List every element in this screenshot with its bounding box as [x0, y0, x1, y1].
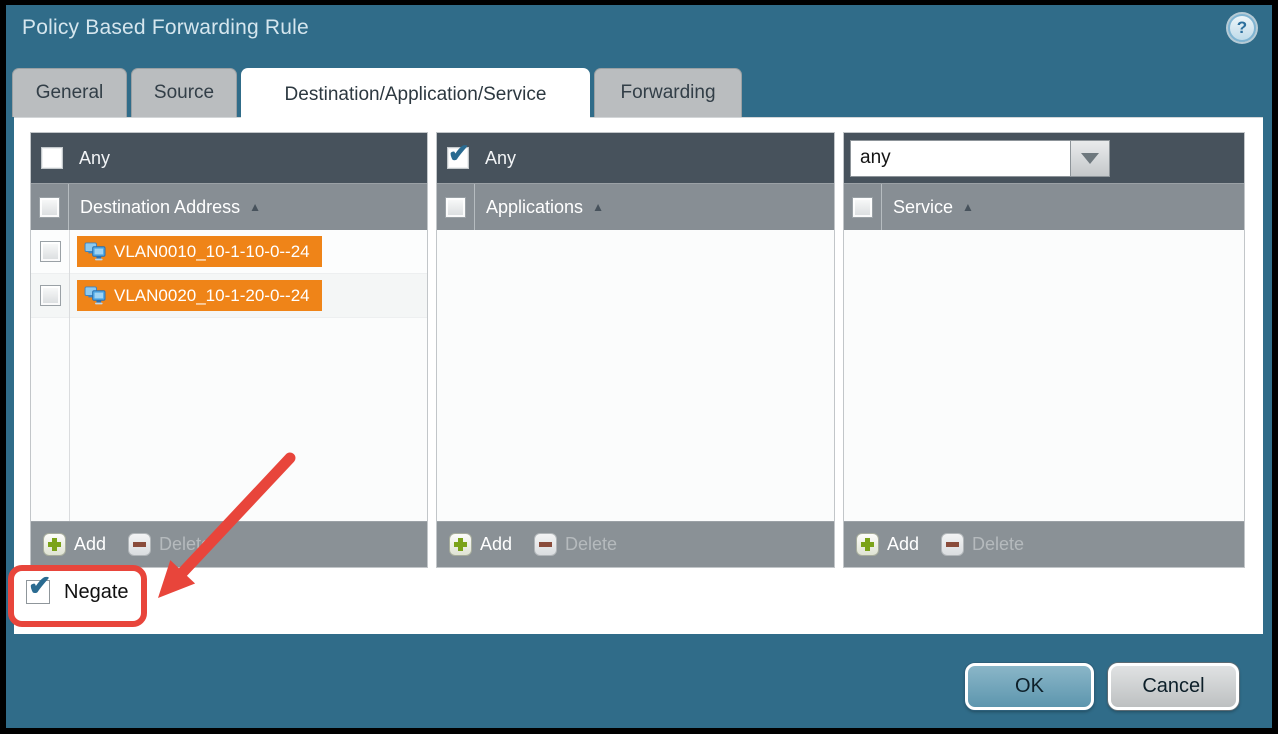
column-title[interactable]: Applications	[475, 197, 583, 218]
destination-list: VLAN0010_10-1-10-0--24 VLAN00	[31, 230, 427, 521]
service-toolbar: Add Delete	[844, 521, 1244, 567]
checkmark-icon: ✔	[448, 140, 470, 166]
minus-icon	[941, 533, 964, 556]
destination-column-header: Destination Address ▲	[31, 183, 427, 230]
plus-icon	[856, 533, 879, 556]
select-all-cell	[437, 184, 475, 230]
delete-button[interactable]: Delete	[941, 533, 1024, 556]
help-icon[interactable]: ?	[1228, 14, 1256, 42]
tab-general[interactable]: General	[12, 68, 127, 117]
negate-checkbox[interactable]: ✔	[26, 580, 50, 604]
service-select-all-checkbox[interactable]	[852, 197, 873, 218]
tab-label: Forwarding	[620, 82, 715, 104]
row-checkbox-cell	[31, 230, 69, 273]
minus-icon	[128, 533, 151, 556]
add-button[interactable]: Add	[43, 533, 106, 556]
add-label: Add	[887, 534, 919, 555]
network-address-icon	[84, 242, 107, 261]
address-object-label: VLAN0010_10-1-10-0--24	[114, 242, 310, 262]
table-row[interactable]: VLAN0010_10-1-10-0--24	[31, 230, 427, 274]
destination-toolbar: Add Delete	[31, 521, 427, 567]
select-all-cell	[31, 184, 69, 230]
tab-label: General	[36, 82, 104, 104]
add-button[interactable]: Add	[449, 533, 512, 556]
applications-select-all-checkbox[interactable]	[445, 197, 466, 218]
sort-ascending-icon[interactable]: ▲	[249, 200, 261, 214]
select-all-cell	[844, 184, 882, 230]
delete-label: Delete	[159, 534, 211, 555]
destination-any-checkbox[interactable]: ✔	[41, 147, 63, 169]
service-list	[844, 230, 1244, 521]
column-title[interactable]: Destination Address	[69, 197, 240, 218]
service-panel: any Service ▲ Add Delete	[843, 132, 1245, 568]
delete-button[interactable]: Delete	[534, 533, 617, 556]
tab-content-panel: ✔ Any Destination Address ▲	[14, 117, 1263, 634]
help-glyph: ?	[1237, 18, 1247, 38]
add-label: Add	[74, 534, 106, 555]
screenshot-root: { "window": { "title": "Policy Based For…	[0, 0, 1278, 734]
table-row[interactable]: VLAN0020_10-1-20-0--24	[31, 274, 427, 318]
tab-forwarding[interactable]: Forwarding	[594, 68, 742, 117]
delete-button[interactable]: Delete	[128, 533, 211, 556]
checkmark-icon: ✔	[28, 572, 51, 600]
negate-control: ✔ Negate	[26, 580, 129, 604]
add-label: Add	[480, 534, 512, 555]
column-title[interactable]: Service	[882, 197, 953, 218]
negate-label: Negate	[64, 581, 129, 604]
any-label: Any	[485, 148, 516, 169]
service-column-header: Service ▲	[844, 183, 1244, 230]
tab-label: Source	[154, 82, 214, 104]
any-label: Any	[79, 148, 110, 169]
destination-select-all-checkbox[interactable]	[39, 197, 60, 218]
network-address-icon	[84, 286, 107, 305]
chevron-down-icon	[1081, 153, 1099, 164]
service-dropdown[interactable]: any	[850, 140, 1110, 177]
applications-list	[437, 230, 834, 521]
sort-ascending-icon[interactable]: ▲	[592, 200, 604, 214]
add-button[interactable]: Add	[856, 533, 919, 556]
applications-column-header: Applications ▲	[437, 183, 834, 230]
address-object-chip[interactable]: VLAN0020_10-1-20-0--24	[77, 280, 322, 311]
row-checkbox[interactable]	[40, 285, 61, 306]
tab-label: Destination/Application/Service	[285, 84, 547, 106]
delete-label: Delete	[565, 534, 617, 555]
row-checkbox[interactable]	[40, 241, 61, 262]
applications-toolbar: Add Delete	[437, 521, 834, 567]
sort-ascending-icon[interactable]: ▲	[962, 200, 974, 214]
cancel-label: Cancel	[1142, 675, 1204, 698]
tab-source[interactable]: Source	[131, 68, 237, 117]
service-dropdown-value[interactable]: any	[850, 140, 1071, 177]
destination-any-header: ✔ Any	[31, 133, 427, 183]
destination-address-panel: ✔ Any Destination Address ▲	[30, 132, 428, 568]
applications-panel: ✔ Any Applications ▲ Add Delete	[436, 132, 835, 568]
address-object-chip[interactable]: VLAN0010_10-1-10-0--24	[77, 236, 322, 267]
dropdown-button[interactable]	[1071, 140, 1110, 177]
delete-label: Delete	[972, 534, 1024, 555]
plus-icon	[43, 533, 66, 556]
ok-label: OK	[1015, 675, 1044, 698]
applications-any-header: ✔ Any	[437, 133, 834, 183]
minus-icon	[534, 533, 557, 556]
cancel-button[interactable]: Cancel	[1108, 663, 1239, 710]
column-divider	[69, 230, 70, 521]
row-checkbox-cell	[31, 274, 69, 317]
address-object-label: VLAN0020_10-1-20-0--24	[114, 286, 310, 306]
applications-any-checkbox[interactable]: ✔	[447, 147, 469, 169]
ok-button[interactable]: OK	[965, 663, 1094, 710]
tab-destination-application-service[interactable]: Destination/Application/Service	[241, 68, 590, 120]
dialog-title: Policy Based Forwarding Rule	[22, 16, 309, 40]
plus-icon	[449, 533, 472, 556]
service-dropdown-header: any	[844, 133, 1244, 183]
